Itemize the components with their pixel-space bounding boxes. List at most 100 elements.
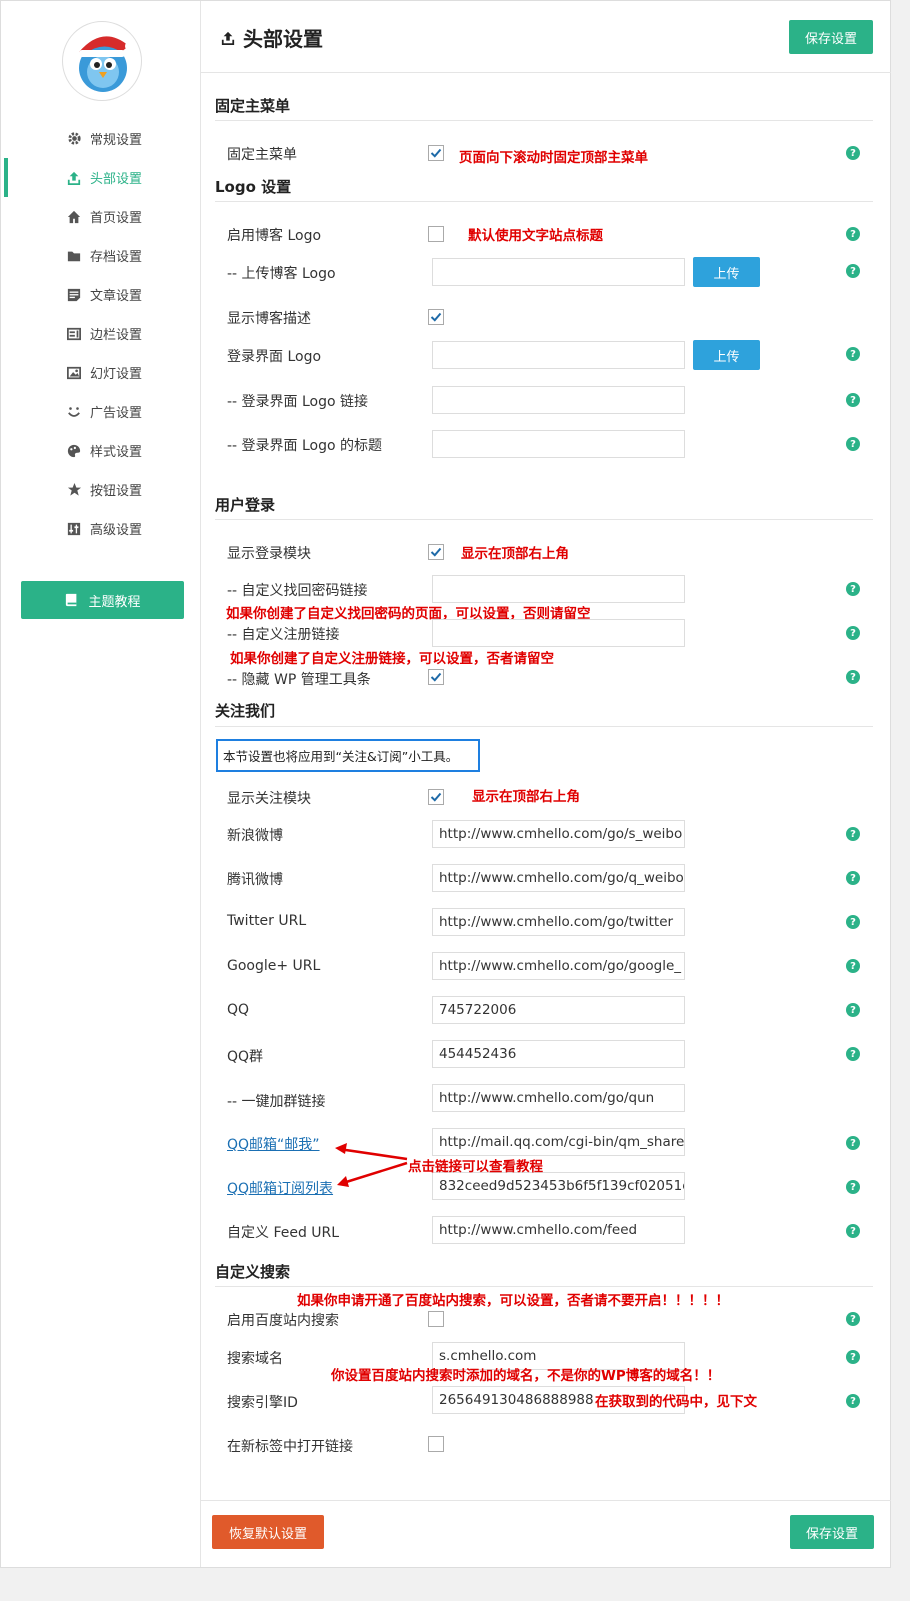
google-label: Google+ URL — [227, 958, 321, 974]
register-input[interactable] — [432, 619, 685, 647]
help-icon[interactable]: ? — [846, 1224, 860, 1238]
sidebar-item-archive[interactable]: 存档设置 — [1, 236, 200, 275]
reset-button[interactable]: 恢复默认设置 — [212, 1515, 324, 1549]
section-title-logo: Logo 设置 — [215, 178, 292, 196]
search-domain-label: 搜索域名 — [227, 1351, 283, 1367]
sidebar-item-style[interactable]: 样式设置 — [1, 431, 200, 470]
sliders-icon — [66, 521, 82, 537]
help-icon[interactable]: ? — [846, 670, 860, 684]
login-logo-upload-button[interactable]: 上传 — [693, 340, 760, 370]
sidebar-item-advanced[interactable]: 高级设置 — [1, 509, 200, 548]
login-logo-title-input[interactable] — [432, 430, 685, 458]
sidebar-item-ads[interactable]: 广告设置 — [1, 392, 200, 431]
sidebar-item-label: 首页设置 — [90, 211, 143, 226]
sidebar-item-home[interactable]: 首页设置 — [1, 197, 200, 236]
qq-label: QQ — [227, 1002, 250, 1018]
sidebar-item-article[interactable]: 文章设置 — [1, 275, 200, 314]
help-icon[interactable]: ? — [846, 347, 860, 361]
new-tab-checkbox[interactable] — [428, 1436, 444, 1452]
help-icon[interactable]: ? — [846, 264, 860, 278]
show-login-checkbox[interactable] — [428, 544, 444, 560]
sidebar-item-label: 高级设置 — [90, 523, 143, 538]
upload-logo-label: -- 上传博客 Logo — [227, 266, 336, 282]
sidebar-item-label: 头部设置 — [90, 172, 143, 187]
enable-search-checkbox[interactable] — [428, 1311, 444, 1327]
upload-logo-button[interactable]: 上传 — [693, 257, 760, 287]
sidebar-item-label: 存档设置 — [90, 250, 143, 265]
enable-logo-checkbox[interactable] — [428, 226, 444, 242]
divider — [215, 726, 873, 727]
hide-toolbar-label: -- 隐藏 WP 管理工具条 — [227, 672, 371, 688]
sidebar-item-general[interactable]: 常规设置 — [1, 119, 200, 158]
sidebar: 常规设置 头部设置 首页设置 存档设置 文章设置 边栏设置 幻灯设置 广告设置 … — [1, 1, 201, 1567]
save-button[interactable]: 保存设置 — [789, 20, 873, 54]
help-icon[interactable]: ? — [846, 146, 860, 160]
weibo-input[interactable]: http://www.cmhello.com/go/s_weibo — [432, 820, 685, 848]
qqmail-list-input[interactable]: 832ceed9d523453b6f5f139cf02051c3 — [432, 1172, 685, 1200]
help-icon[interactable]: ? — [846, 1136, 860, 1150]
fixed-menu-checkbox[interactable] — [428, 145, 444, 161]
help-icon[interactable]: ? — [846, 1312, 860, 1326]
sidebar-item-header[interactable]: 头部设置 — [1, 158, 200, 197]
footer-save-button[interactable]: 保存设置 — [790, 1515, 874, 1549]
qun-link-label: -- 一键加群链接 — [227, 1094, 326, 1110]
fixed-menu-note: 页面向下滚动时固定顶部主菜单 — [459, 150, 648, 166]
help-icon[interactable]: ? — [846, 1003, 860, 1017]
tutorial-button[interactable]: 主题教程 — [21, 581, 184, 619]
upload-logo-input[interactable] — [432, 258, 685, 286]
google-input[interactable]: http://www.cmhello.com/go/google_ — [432, 952, 685, 980]
sidebar-item-label: 广告设置 — [90, 406, 143, 421]
help-icon[interactable]: ? — [846, 437, 860, 451]
show-desc-label: 显示博客描述 — [227, 311, 311, 327]
check-icon — [430, 148, 442, 158]
help-icon[interactable]: ? — [846, 959, 860, 973]
login-logo-link-label: -- 登录界面 Logo 链接 — [227, 394, 369, 410]
login-logo-link-input[interactable] — [432, 386, 685, 414]
lost-password-input[interactable] — [432, 575, 685, 603]
feed-input[interactable]: http://www.cmhello.com/feed — [432, 1216, 685, 1244]
show-follow-label: 显示关注模块 — [227, 791, 311, 807]
sidebar-item-slides[interactable]: 幻灯设置 — [1, 353, 200, 392]
section-title-search: 自定义搜索 — [215, 1263, 291, 1281]
help-icon[interactable]: ? — [846, 227, 860, 241]
help-icon[interactable]: ? — [846, 827, 860, 841]
folder-icon — [66, 248, 82, 264]
qweibo-input[interactable]: http://www.cmhello.com/go/q_weibo — [432, 864, 685, 892]
show-follow-checkbox[interactable] — [428, 789, 444, 805]
page-header: 头部设置 保存设置 — [201, 1, 891, 73]
qun-link-input[interactable]: http://www.cmhello.com/go/qun — [432, 1084, 685, 1112]
twitter-label: Twitter URL — [227, 913, 307, 929]
sidebar-item-buttons[interactable]: 按钮设置 — [1, 470, 200, 509]
qq-input[interactable]: 745722006 — [432, 996, 685, 1024]
new-tab-label: 在新标签中打开链接 — [227, 1439, 353, 1455]
help-icon[interactable]: ? — [846, 626, 860, 640]
show-desc-checkbox[interactable] — [428, 309, 444, 325]
login-logo-input[interactable] — [432, 341, 685, 369]
help-icon[interactable]: ? — [846, 1180, 860, 1194]
qqmail-input[interactable]: http://mail.qq.com/cgi-bin/qm_share — [432, 1128, 685, 1156]
help-icon[interactable]: ? — [846, 915, 860, 929]
divider — [215, 1286, 873, 1287]
sidebar-item-sidebar[interactable]: 边栏设置 — [1, 314, 200, 353]
help-icon[interactable]: ? — [846, 1350, 860, 1364]
enable-search-label: 启用百度站内搜索 — [227, 1313, 339, 1329]
qqgroup-input[interactable]: 454452436 — [432, 1040, 685, 1068]
hide-toolbar-checkbox[interactable] — [428, 669, 444, 685]
help-icon[interactable]: ? — [846, 1047, 860, 1061]
sidebar-item-label: 样式设置 — [90, 445, 143, 460]
twitter-input[interactable]: http://www.cmhello.com/go/twitter — [432, 908, 685, 936]
register-note: 如果你创建了自定义注册链接，可以设置，否者请留空 — [230, 651, 554, 667]
book-icon — [64, 592, 80, 608]
qqmail-list-link[interactable]: QQ邮箱订阅列表 — [227, 1178, 333, 1198]
sidebar-item-label: 按钮设置 — [90, 484, 143, 499]
page-title: 头部设置 — [221, 23, 323, 52]
login-logo-label: 登录界面 Logo — [227, 349, 322, 365]
section-title-login: 用户登录 — [215, 496, 276, 514]
help-icon[interactable]: ? — [846, 582, 860, 596]
help-icon[interactable]: ? — [846, 1394, 860, 1408]
help-icon[interactable]: ? — [846, 393, 860, 407]
qqmail-link[interactable]: QQ邮箱“邮我” — [227, 1134, 320, 1154]
qqgroup-label: QQ群 — [227, 1049, 264, 1065]
avatar — [62, 21, 142, 101]
help-icon[interactable]: ? — [846, 871, 860, 885]
